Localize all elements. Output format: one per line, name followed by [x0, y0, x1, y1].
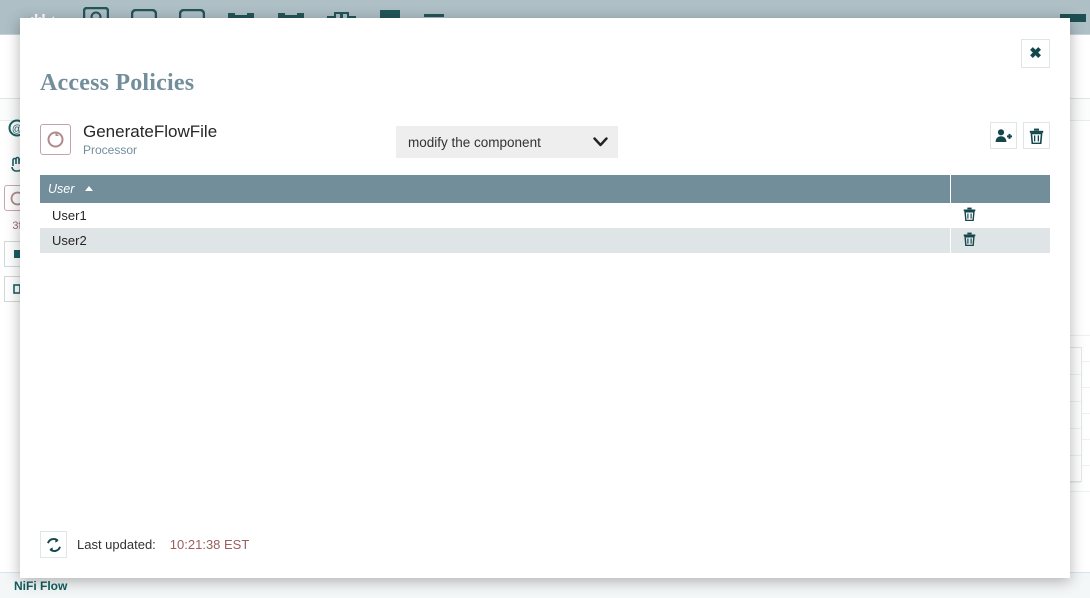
component-info: GenerateFlowFile Processor	[40, 122, 217, 157]
table-row[interactable]: User1	[40, 203, 1050, 228]
chevron-down-icon	[593, 137, 608, 147]
table-row[interactable]: User2	[40, 228, 1050, 253]
add-user-icon	[995, 128, 1012, 143]
dialog-footer: Last updated: 10:21:38 EST	[40, 531, 249, 558]
policy-select[interactable]: modify the component	[396, 126, 618, 158]
column-header-user[interactable]: User	[40, 175, 950, 203]
breadcrumb-label[interactable]: NiFi Flow	[14, 579, 67, 593]
table-header-row: User	[40, 175, 1050, 203]
component-policy-row: GenerateFlowFile Processor modify the co…	[40, 122, 1050, 166]
last-updated-time: 10:21:38 EST	[170, 537, 250, 552]
close-button[interactable]: ✖	[1021, 39, 1050, 68]
refresh-icon	[46, 537, 62, 553]
cell-actions	[950, 203, 1050, 228]
close-icon: ✖	[1029, 46, 1042, 61]
component-type: Processor	[83, 144, 217, 158]
trash-icon	[963, 232, 976, 246]
user-policy-table: User User1	[40, 175, 1050, 253]
trash-icon	[1029, 128, 1044, 144]
component-name: GenerateFlowFile	[83, 122, 217, 142]
cell-user: User2	[40, 228, 950, 253]
column-header-actions	[950, 175, 1050, 203]
delete-policy-button[interactable]	[1023, 122, 1050, 149]
processor-icon	[40, 124, 71, 155]
component-text: GenerateFlowFile Processor	[83, 122, 217, 157]
row-delete-button[interactable]	[963, 232, 976, 246]
cell-user: User1	[40, 203, 950, 228]
cell-actions	[950, 228, 1050, 253]
policy-action-buttons	[990, 122, 1050, 149]
row-delete-button[interactable]	[963, 207, 976, 221]
add-user-button[interactable]	[990, 122, 1017, 149]
column-header-user-label: User	[48, 182, 74, 196]
refresh-button[interactable]	[40, 531, 67, 558]
access-policies-dialog: ✖ Access Policies GenerateFlowFile Proce…	[20, 18, 1070, 578]
table-body: User1 User2	[40, 203, 1050, 253]
policy-select-value: modify the component	[408, 135, 593, 150]
sort-ascending-icon	[85, 186, 93, 191]
trash-icon	[963, 207, 976, 221]
last-updated-label: Last updated:	[77, 537, 156, 552]
page-title: Access Policies	[40, 70, 194, 97]
table-header: User	[40, 175, 1050, 203]
